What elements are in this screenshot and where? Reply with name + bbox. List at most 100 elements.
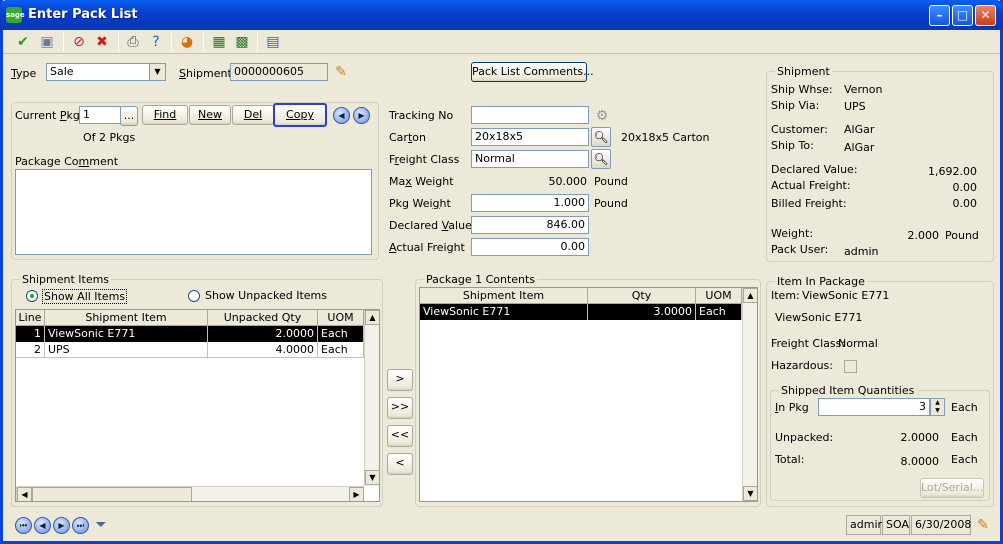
scroll-down-icon[interactable]: ▼ bbox=[365, 470, 379, 485]
form-list-icon[interactable]: ▤ bbox=[263, 32, 283, 52]
scroll-down-icon[interactable]: ▼ bbox=[743, 486, 757, 501]
previous-package-icon[interactable]: ◀ bbox=[333, 107, 350, 124]
del-button[interactable]: Del bbox=[232, 105, 274, 125]
in-pkg-input[interactable]: 3 bbox=[818, 398, 930, 416]
billed-freight-label: Billed Freight: bbox=[771, 197, 847, 210]
total-label: Total: bbox=[775, 453, 805, 466]
total-value: 8.0000 bbox=[900, 455, 940, 468]
show-unpacked-label[interactable]: Show Unpacked Items bbox=[205, 289, 327, 302]
lookup-wand-icon[interactable]: ✎ bbox=[331, 62, 351, 82]
hazardous-label: Hazardous: bbox=[771, 359, 833, 372]
tracking-gear-icon[interactable]: ⚙ bbox=[592, 106, 612, 126]
ship-to-label: Ship To: bbox=[771, 139, 814, 152]
accept-icon[interactable]: ✔ bbox=[13, 32, 33, 52]
carton-description: 20x18x5 Carton bbox=[621, 131, 710, 144]
notes-icon[interactable]: ✎ bbox=[973, 515, 993, 535]
table-row[interactable]: ViewSonic E771 3.0000 Each bbox=[420, 304, 742, 320]
shipment-items-grid[interactable]: Line Shipment Item Unpacked Qty UOM 1 Vi… bbox=[15, 309, 380, 502]
vertical-scrollbar[interactable]: ▲ ▼ bbox=[364, 310, 379, 486]
freight-class-label: Freight Class bbox=[389, 153, 460, 166]
item-description: ViewSonic E771 bbox=[775, 311, 863, 324]
column-header-line[interactable]: Line bbox=[16, 310, 45, 326]
vertical-scrollbar[interactable]: ▲ ▼ bbox=[742, 288, 757, 501]
show-all-items-radio[interactable] bbox=[26, 290, 38, 302]
horizontal-scrollbar[interactable]: ◀ ▶ bbox=[16, 486, 364, 501]
print-icon[interactable]: ⎙ bbox=[123, 32, 143, 52]
weight-value: 2.000 bbox=[907, 229, 940, 242]
package-comment-label: Package Comment bbox=[15, 155, 119, 168]
tracking-label: Tracking No bbox=[389, 109, 454, 122]
maximize-button[interactable]: □ bbox=[952, 5, 973, 26]
column-header-shipment-item[interactable]: Shipment Item bbox=[420, 288, 588, 304]
actual-freight-label: Actual Freight bbox=[389, 241, 465, 254]
item-freight-class-value: Normal bbox=[838, 337, 878, 350]
lot-serial-button: Lot/Serial... bbox=[920, 478, 984, 498]
main-window: sage Enter Pack List – □ ✕ ✔ ▣ ⊘ ✖ ⎙ ? ◕… bbox=[0, 0, 1003, 544]
carton-search-icon[interactable]: 🔍︎ bbox=[591, 127, 611, 147]
scroll-thumb[interactable] bbox=[32, 487, 192, 501]
add-item-button[interactable]: > bbox=[387, 369, 413, 391]
next-record-icon[interactable]: ▶ bbox=[53, 517, 70, 534]
spreadsheet-icon[interactable]: ▦ bbox=[209, 32, 229, 52]
total-uom: Each bbox=[951, 453, 978, 466]
column-header-uom[interactable]: UOM bbox=[318, 310, 364, 326]
previous-record-icon[interactable]: ◀ bbox=[34, 517, 51, 534]
scroll-left-icon[interactable]: ◀ bbox=[17, 487, 32, 501]
package-comment-textarea[interactable] bbox=[15, 169, 372, 255]
in-pkg-spinner[interactable]: ▲ ▼ bbox=[930, 398, 945, 416]
pkg-lookup-button[interactable]: ... bbox=[120, 106, 138, 126]
add-all-items-button[interactable]: >> bbox=[387, 397, 413, 419]
find-button[interactable]: Find bbox=[142, 105, 188, 125]
ship-via-value: UPS bbox=[844, 100, 866, 113]
status-date: 6/30/2008 bbox=[911, 515, 971, 535]
declared-value-input[interactable]: 846.00 bbox=[471, 216, 589, 234]
current-pkg-input[interactable]: 1 bbox=[79, 106, 121, 124]
scroll-up-icon[interactable]: ▲ bbox=[743, 288, 757, 303]
help-icon[interactable]: ? bbox=[146, 32, 166, 52]
pack-list-comments-button[interactable]: Pack List Comments... bbox=[471, 62, 594, 82]
first-record-icon[interactable]: ⏮ bbox=[15, 517, 32, 534]
tracking-input[interactable] bbox=[471, 106, 589, 124]
spreadsheet-export-icon[interactable]: ▩ bbox=[232, 32, 252, 52]
freight-class-search-icon[interactable]: 🔍︎ bbox=[591, 149, 611, 169]
summary-actual-freight-label: Actual Freight: bbox=[771, 179, 851, 192]
table-row[interactable]: 2 UPS 4.0000 Each bbox=[16, 342, 364, 358]
carton-input[interactable]: 20x18x5 bbox=[471, 128, 589, 146]
minimize-button[interactable]: – bbox=[929, 5, 950, 26]
declared-value-label: Declared Value bbox=[389, 219, 472, 232]
shipment-field[interactable]: 0000000605 bbox=[230, 63, 328, 81]
dropdown-arrow-icon[interactable]: ▼ bbox=[149, 64, 165, 80]
remove-all-items-button[interactable]: << bbox=[387, 425, 413, 447]
new-button[interactable]: New bbox=[189, 105, 231, 125]
unpacked-uom: Each bbox=[951, 431, 978, 444]
max-weight-value: 50.000 bbox=[548, 175, 588, 188]
pkg-weight-input[interactable]: 1.000 bbox=[471, 194, 589, 212]
copy-button[interactable]: Copy bbox=[273, 103, 327, 127]
remove-item-button[interactable]: < bbox=[387, 453, 413, 475]
last-record-icon[interactable]: ⏭ bbox=[72, 517, 89, 534]
filter-icon[interactable]: ⏷ bbox=[91, 515, 111, 535]
actual-freight-input[interactable]: 0.00 bbox=[471, 238, 589, 256]
type-label: Type bbox=[11, 67, 37, 80]
column-header-uom[interactable]: UOM bbox=[696, 288, 742, 304]
scroll-up-icon[interactable]: ▲ bbox=[365, 310, 379, 325]
pie-chart-icon[interactable]: ◕ bbox=[177, 32, 197, 52]
column-header-qty[interactable]: Qty bbox=[588, 288, 696, 304]
next-package-icon[interactable]: ▶ bbox=[353, 107, 370, 124]
close-button[interactable]: ✕ bbox=[975, 5, 996, 26]
column-header-shipment-item[interactable]: Shipment Item bbox=[45, 310, 208, 326]
package-contents-grid[interactable]: Shipment Item Qty UOM ViewSonic E771 3.0… bbox=[419, 287, 758, 502]
show-unpacked-radio[interactable] bbox=[188, 290, 200, 302]
type-select[interactable]: Sale ▼ bbox=[46, 63, 166, 81]
title-bar: sage Enter Pack List – □ ✕ bbox=[0, 0, 1003, 30]
show-all-items-label[interactable]: Show All Items bbox=[42, 289, 128, 304]
unpacked-value: 2.0000 bbox=[900, 431, 940, 444]
freight-class-input[interactable]: Normal bbox=[471, 150, 589, 168]
scroll-right-icon[interactable]: ▶ bbox=[349, 487, 364, 501]
save-icon[interactable]: ▣ bbox=[37, 32, 57, 52]
table-row[interactable]: 1 ViewSonic E771 2.0000 Each bbox=[16, 326, 364, 342]
column-header-unpacked-qty[interactable]: Unpacked Qty bbox=[208, 310, 318, 326]
cancel-icon[interactable]: ✖ bbox=[92, 32, 112, 52]
delete-icon[interactable]: ⊘ bbox=[69, 32, 89, 52]
customer-label: Customer: bbox=[771, 123, 828, 136]
